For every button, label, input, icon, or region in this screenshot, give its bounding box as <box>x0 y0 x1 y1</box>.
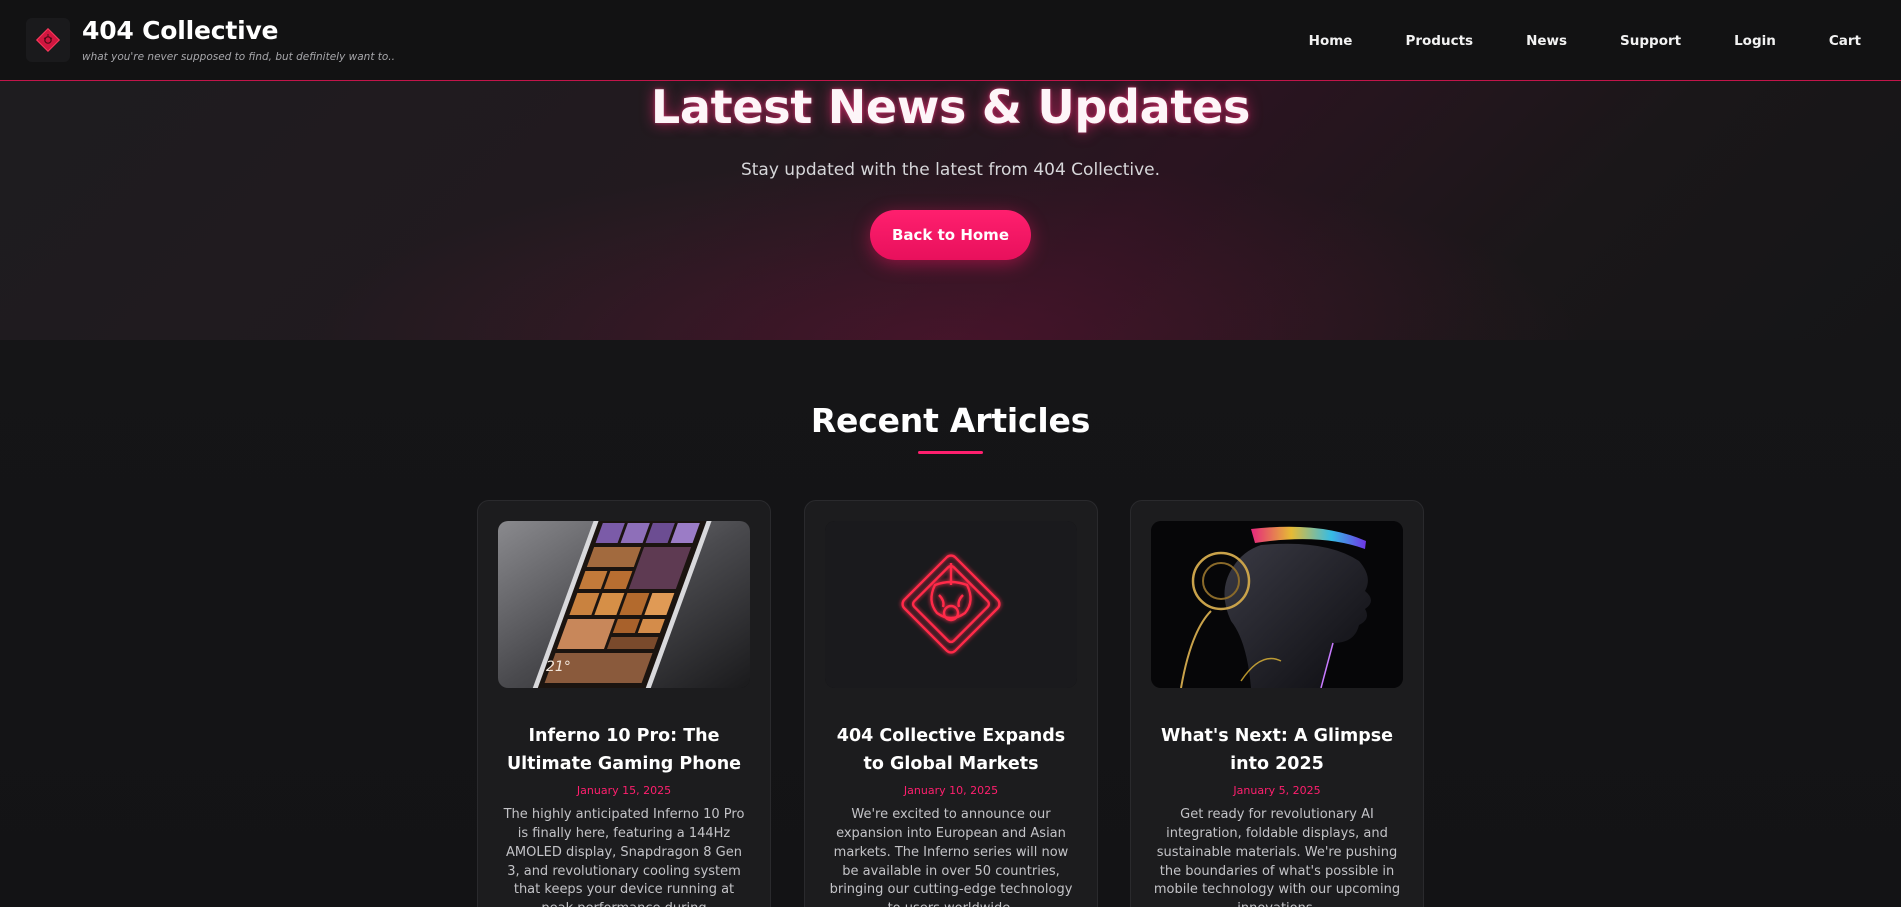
neon-diamond-logo-image <box>825 521 1077 688</box>
article-excerpt: Get ready for revolutionary AI integrati… <box>1153 807 1401 907</box>
article-excerpt: The highly anticipated Inferno 10 Pro is… <box>503 807 745 907</box>
article-date: January 5, 2025 <box>1233 784 1321 797</box>
article-card[interactable]: 21° Inferno 10 Pro: The Ultimate Gaming … <box>477 500 771 907</box>
cyborg-profile-image <box>1151 521 1403 688</box>
brand-tagline: what you're never supposed to find, but … <box>82 51 395 64</box>
main-nav: Home Products News Support Login Cart <box>1309 0 1901 81</box>
nav-products[interactable]: Products <box>1405 33 1473 49</box>
nav-home[interactable]: Home <box>1309 33 1353 49</box>
nav-cart[interactable]: Cart <box>1829 33 1861 49</box>
hero-subtitle: Stay updated with the latest from 404 Co… <box>740 160 1161 180</box>
article-date: January 10, 2025 <box>903 784 999 797</box>
article-card[interactable]: 404 Collective Expands to Global Markets… <box>804 500 1098 907</box>
nav-support[interactable]: Support <box>1620 33 1681 49</box>
back-to-home-button[interactable]: Back to Home <box>870 210 1031 260</box>
hero-title: Latest News & Updates <box>650 80 1251 134</box>
section-title: Recent Articles <box>810 401 1091 440</box>
svg-text:21°: 21° <box>546 659 571 675</box>
nav-news[interactable]: News <box>1526 33 1567 49</box>
article-date: January 15, 2025 <box>576 784 672 797</box>
brand: 404 Collective what you're never suppose… <box>82 17 395 64</box>
404-diamond-logo-icon <box>35 27 61 53</box>
brand-title[interactable]: 404 Collective <box>82 17 395 45</box>
article-title[interactable]: 404 Collective Expands to Global Markets <box>825 722 1077 778</box>
site-header: 404 Collective what you're never suppose… <box>0 0 1901 81</box>
article-title[interactable]: Inferno 10 Pro: The Ultimate Gaming Phon… <box>498 722 750 778</box>
article-title[interactable]: What's Next: A Glimpse into 2025 <box>1151 722 1403 778</box>
article-excerpt: We're excited to announce our expansion … <box>829 807 1073 907</box>
section-underline <box>918 451 983 454</box>
recent-articles-section: Recent Articles 21° Inferno 10 Pro: The … <box>0 340 1901 907</box>
nav-login[interactable]: Login <box>1734 33 1776 49</box>
article-card[interactable]: What's Next: A Glimpse into 2025 January… <box>1130 500 1424 907</box>
phone-tiles-image: 21° <box>498 521 750 688</box>
logo[interactable] <box>26 18 70 62</box>
